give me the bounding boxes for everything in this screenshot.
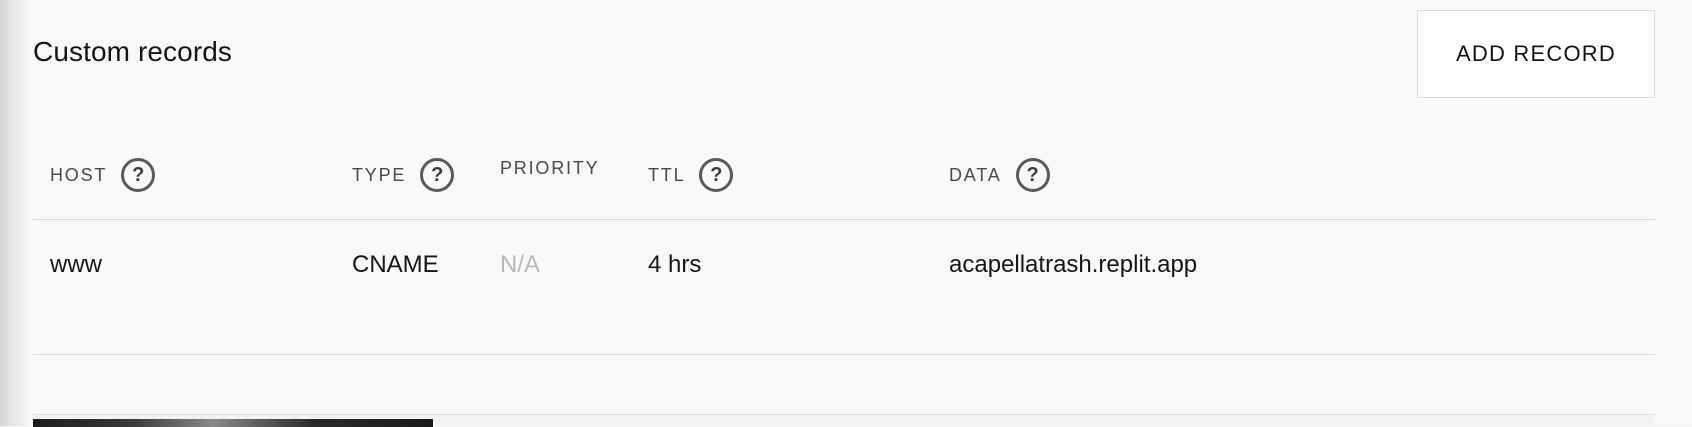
- add-record-button[interactable]: ADD RECORD: [1417, 10, 1655, 98]
- record-type: CNAME: [352, 251, 439, 278]
- help-icon[interactable]: ?: [699, 158, 734, 192]
- row-divider: [33, 354, 1655, 355]
- help-icon[interactable]: ?: [420, 158, 455, 192]
- column-header-type: TYPE ?: [352, 158, 455, 192]
- record-ttl: 4 hrs: [648, 251, 702, 278]
- help-icon[interactable]: ?: [121, 158, 156, 192]
- column-header-label: PRIORITY: [500, 158, 600, 178]
- column-header-data: DATA ?: [949, 158, 1050, 192]
- left-edge-shadow: [0, 0, 28, 426]
- column-header-priority: PRIORITY: [500, 158, 599, 179]
- column-header-label: DATA: [949, 164, 1002, 185]
- record-data: acapellatrash.replit.app: [949, 251, 1198, 278]
- record-host: www: [50, 251, 102, 278]
- column-header-label: TTL: [648, 164, 686, 185]
- column-header-ttl: TTL ?: [648, 158, 734, 192]
- record-priority: N/A: [500, 251, 541, 278]
- table-header-row: HOST ? TYPE ? PRIORITY TTL ? DATA ?: [28, 148, 1655, 220]
- column-header-label: HOST: [50, 164, 108, 185]
- custom-records-panel: Custom records ADD RECORD HOST ? TYPE ? …: [28, 0, 1692, 427]
- section-title: Custom records: [33, 36, 233, 67]
- column-header-label: TYPE: [352, 164, 407, 185]
- header-divider: [33, 219, 1655, 220]
- next-section-edge: [33, 414, 1655, 427]
- column-header-host: HOST ?: [50, 158, 156, 192]
- help-icon[interactable]: ?: [1015, 158, 1050, 192]
